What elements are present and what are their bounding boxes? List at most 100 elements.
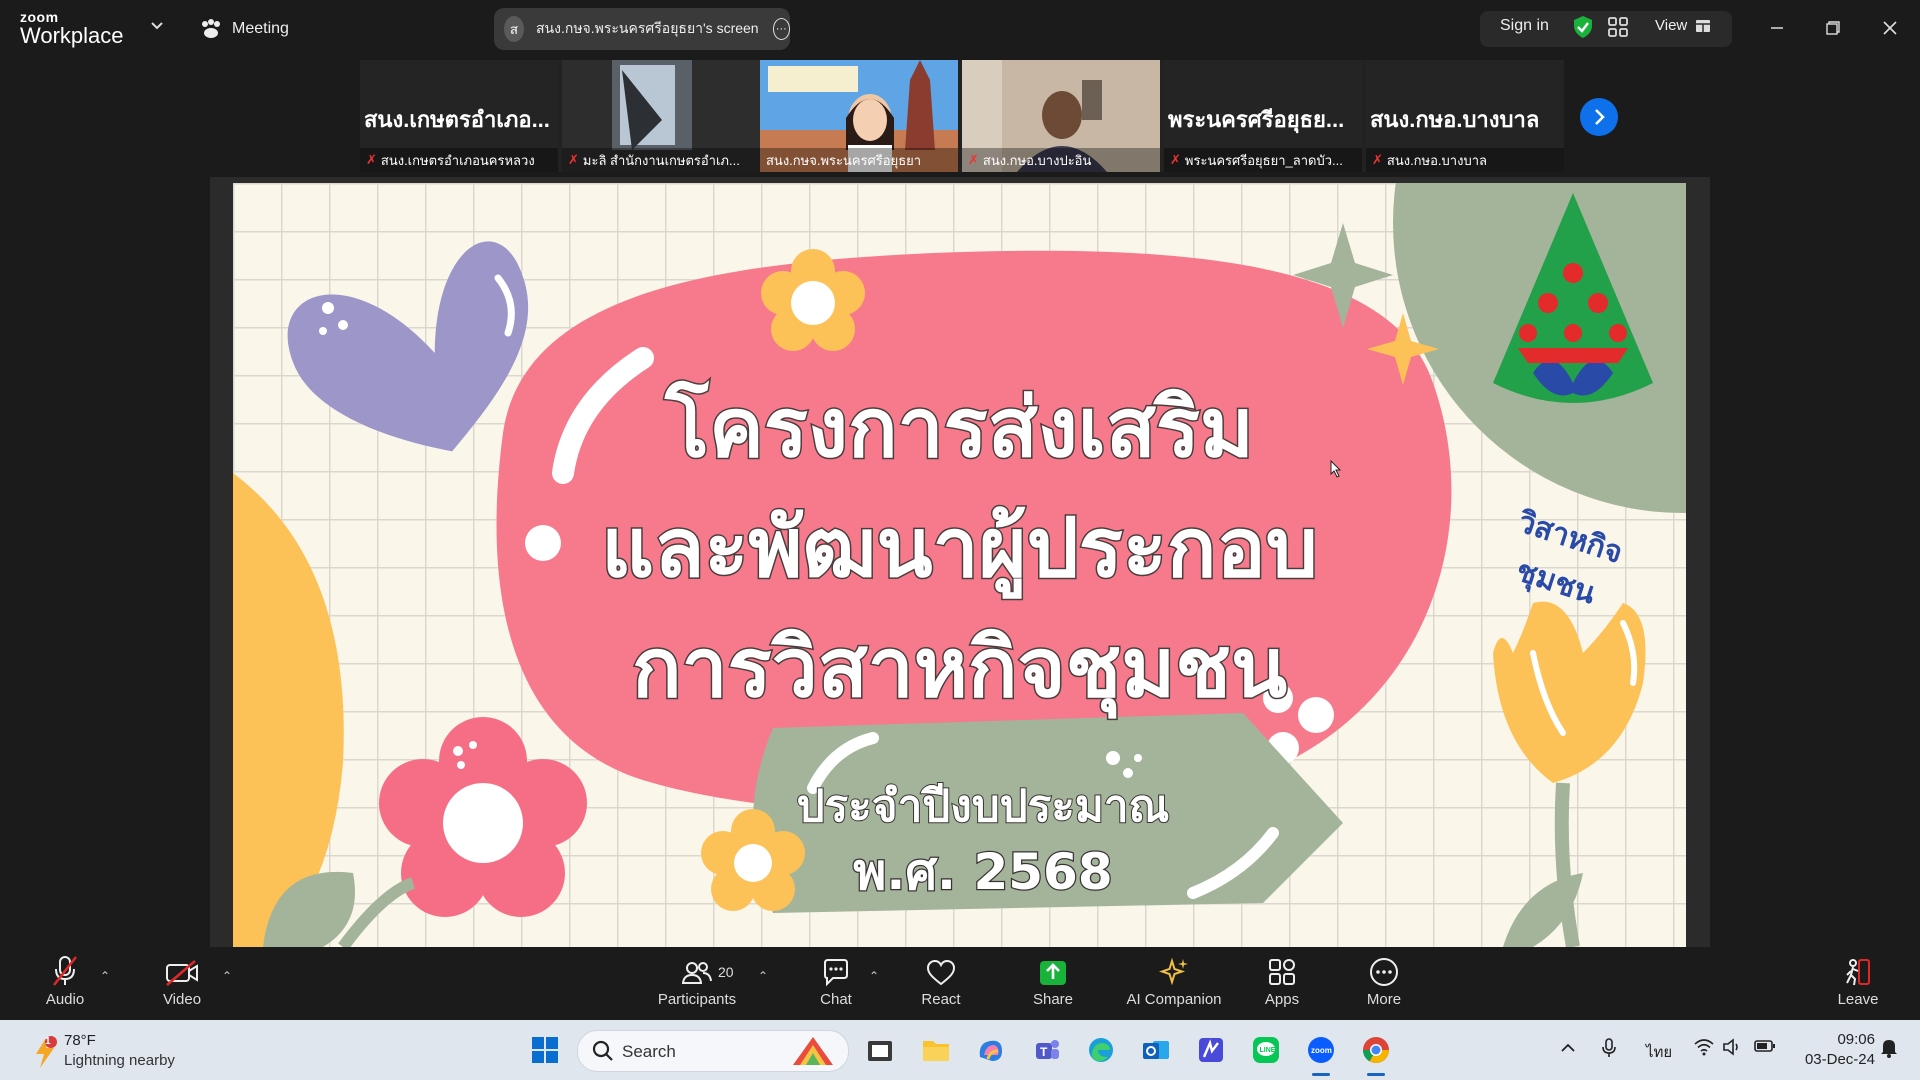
view-label: View (1655, 17, 1688, 34)
notification-bell-icon[interactable] (1880, 1038, 1898, 1062)
line-icon[interactable]: LINE (1248, 1032, 1284, 1068)
copilot-icon[interactable] (973, 1032, 1009, 1068)
audio-button[interactable]: Audio (40, 947, 90, 1020)
chevron-down-icon[interactable] (150, 18, 164, 36)
sign-in-button[interactable]: Sign in (1500, 17, 1549, 35)
mic-off-icon: ✗ (968, 152, 979, 167)
slide-title-line-2: และพัฒนาผู้ประกอบ (600, 500, 1320, 598)
video-button[interactable]: Video (155, 947, 209, 1020)
chevron-right-icon[interactable] (1580, 98, 1618, 136)
tile-name: สนง.กษอ.บางปะอิน (982, 152, 1092, 168)
slide-subtitle-1: ประจำปีงบประมาณ (796, 780, 1171, 833)
participant-count: 20 (718, 964, 734, 980)
participant-strip: สนง.เกษตรอำเภอ... ✗ สนง.เกษตรอำเภอนครหลวง… (360, 60, 1564, 172)
tile-name: มะลิ สำนักงานเกษตรอำเภ... (582, 152, 740, 168)
outlook-icon[interactable] (1138, 1032, 1174, 1068)
share-label: Share (1032, 991, 1074, 1008)
react-label: React (921, 991, 961, 1008)
speaker-icon[interactable] (1722, 1038, 1742, 1060)
participant-tile[interactable]: ✗ สนง.กษอ.บางปะอิน (962, 60, 1160, 172)
teams-icon[interactable]: T (1029, 1032, 1065, 1068)
temperature: 78°F (64, 1032, 96, 1049)
apps-button[interactable]: Apps (1262, 947, 1302, 1020)
brand-big-text: Workplace (20, 23, 124, 48)
mic-off-icon: ✗ (568, 152, 579, 167)
chat-button[interactable]: Chat (816, 947, 856, 1020)
chat-label: Chat (820, 991, 852, 1008)
tile-name-bar: ✗ มะลิ สำนักงานเกษตรอำเภ... (562, 148, 760, 172)
close-icon[interactable] (1875, 14, 1905, 44)
tile-name-bar: ✗ สนง.กษอ.บางปะอิน (962, 148, 1160, 172)
view-button[interactable]: View (1655, 17, 1711, 34)
weather-widget[interactable]: 1 78°F Lightning nearby (28, 1030, 268, 1074)
participants-options-caret-icon[interactable]: ⌃ (758, 969, 768, 983)
tile-big-label: สนง.กษอ.บางบาล (1370, 107, 1540, 132)
system-clock[interactable]: 09:06 03-Dec-24 (1785, 1030, 1875, 1070)
mic-off-icon: ✗ (1170, 152, 1181, 167)
screen-share-indicator[interactable]: ส สนง.กษจ.พระนครศรีอยุธยา's screen ··· (494, 8, 790, 50)
audio-options-caret-icon[interactable]: ⌃ (100, 969, 110, 983)
slide-title-line-1: โครงการส่งเสริม (664, 380, 1256, 478)
ellipsis-icon[interactable]: ··· (772, 18, 790, 40)
windows-start-icon[interactable] (527, 1032, 563, 1068)
participant-tile[interactable]: ✗ มะลิ สำนักงานเกษตรอำเภ... (562, 60, 760, 172)
participants-label: Participants (657, 991, 737, 1008)
clock-date: 03-Dec-24 (1804, 1051, 1875, 1068)
tile-name-bar: ✗ สนง.กษอ.บางบาล (1366, 148, 1564, 172)
react-button[interactable]: React (918, 947, 964, 1020)
restore-icon[interactable] (1818, 14, 1848, 44)
meeting-menu[interactable]: Meeting (200, 14, 289, 44)
leave-icon (1846, 959, 1870, 986)
mic-off-icon: ✗ (366, 152, 377, 167)
grid-icon[interactable] (1608, 17, 1628, 42)
leave-button[interactable]: Leave (1836, 947, 1880, 1020)
edge-icon[interactable] (1083, 1032, 1119, 1068)
wifi-icon[interactable] (1694, 1038, 1714, 1060)
ai-companion-button[interactable]: AI Companion (1122, 947, 1226, 1020)
more-button[interactable]: More (1364, 947, 1404, 1020)
chevron-up-icon[interactable] (1560, 1040, 1576, 1057)
more-icon (1370, 958, 1398, 986)
vpn-icon[interactable] (1193, 1032, 1229, 1068)
search-label: Search (622, 1042, 676, 1061)
chat-options-caret-icon[interactable]: ⌃ (869, 969, 879, 983)
svg-text:T: T (1040, 1045, 1048, 1059)
folder-icon[interactable] (918, 1032, 954, 1068)
input-language[interactable]: ไทย (1646, 1040, 1672, 1064)
video-off-icon (166, 960, 198, 986)
green-shield-check-icon[interactable] (1572, 15, 1594, 44)
microphone-icon[interactable] (1602, 1038, 1616, 1062)
minimize-icon[interactable] (1762, 14, 1792, 44)
leave-label: Leave (1837, 991, 1879, 1008)
share-button[interactable]: Share (1030, 947, 1076, 1020)
apps-label: Apps (1264, 991, 1300, 1008)
participant-tile[interactable]: สนง.กษอ.บางบาล ✗ สนง.กษอ.บางบาล (1366, 60, 1564, 172)
search-highlight-icon (793, 1037, 833, 1065)
participants-button[interactable]: Participants (654, 947, 740, 1020)
file-explorer-icon[interactable] (862, 1032, 898, 1068)
participant-tile[interactable]: สนง.เกษตรอำเภอ... ✗ สนง.เกษตรอำเภอนครหลวง (360, 60, 558, 172)
mic-off-icon (53, 956, 77, 986)
battery-icon[interactable] (1754, 1039, 1776, 1057)
participant-tile-active[interactable]: สนง.กษจ.พระนครศรีอยุธยา (760, 60, 958, 172)
shared-slide: โครงการส่งเสริม และพัฒนาผู้ประกอบ การวิส… (233, 183, 1686, 947)
video-options-caret-icon[interactable]: ⌃ (222, 969, 232, 983)
clock-time: 09:06 (1837, 1031, 1875, 1048)
paw-icon (202, 19, 220, 38)
apps-icon (1269, 959, 1295, 985)
search-icon (592, 1040, 613, 1061)
participant-tile[interactable]: พระนครศรีอยุธย... ✗ พระนครศรีอยุธยา_ลาดบั… (1164, 60, 1362, 172)
tile-name-bar: สนง.กษจ.พระนครศรีอยุธยา (760, 148, 958, 172)
svg-text:zoom: zoom (1311, 1046, 1332, 1055)
taskbar-search[interactable]: Search (577, 1030, 849, 1072)
tile-name-bar: ✗ พระนครศรีอยุธยา_ลาดบัว... (1164, 148, 1362, 172)
tile-big-label: พระนครศรีอยุธย... (1168, 107, 1345, 132)
tile-name: พระนครศรีอยุธยา_ลาดบัว... (1184, 152, 1343, 168)
chrome-icon[interactable] (1358, 1032, 1394, 1076)
zoom-icon[interactable]: zoom (1303, 1032, 1339, 1076)
slide-subtitle-2: พ.ศ. 2568 (852, 842, 1114, 903)
ai-companion-label: AI Companion (1126, 991, 1222, 1008)
weather-alert-count: 1 (45, 1036, 51, 1047)
zoom-workplace-logo: zoom Workplace (20, 10, 140, 50)
sharer-avatar: ส (504, 16, 525, 42)
